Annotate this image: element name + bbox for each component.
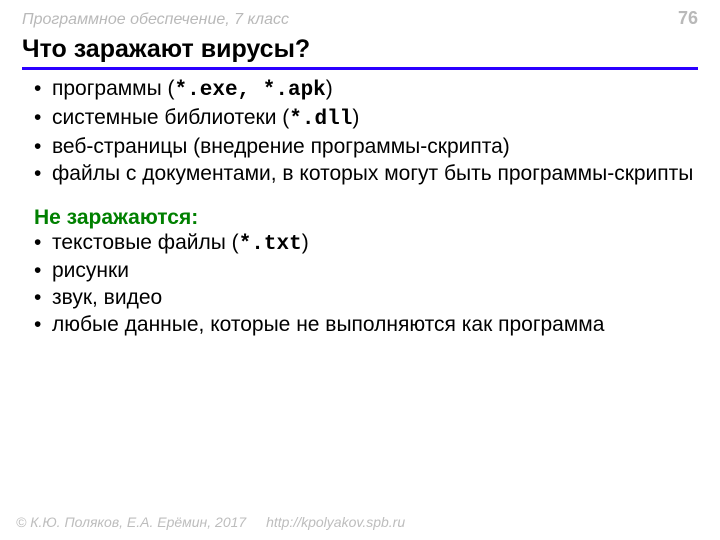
footer-copyright: © К.Ю. Поляков, Е.А. Ерёмин, 2017	[16, 514, 246, 530]
item-text: )	[326, 77, 333, 100]
footer-url: http://kpolyakov.spb.ru	[266, 514, 405, 530]
item-code: *.txt	[239, 233, 302, 256]
list-item: веб-страницы (внедрение программы-скрипт…	[34, 134, 698, 161]
not-infected-list: текстовые файлы (*.txt) рисунки звук, ви…	[34, 230, 698, 340]
item-code: *.dll	[289, 108, 352, 131]
list-item: звук, видео	[34, 285, 698, 312]
course-label: Программное обеспечение, 7 класс	[22, 11, 289, 29]
list-item: текстовые файлы (*.txt)	[34, 230, 698, 259]
slide-title: Что заражают вирусы?	[22, 35, 698, 70]
item-code: *.exe, *.apk	[175, 79, 326, 102]
item-text: системные библиотеки (	[52, 106, 289, 129]
item-text: текстовые файлы (	[52, 231, 239, 254]
item-text: звук, видео	[52, 286, 162, 309]
footer: © К.Ю. Поляков, Е.А. Ерёмин, 2017 http:/…	[16, 514, 405, 530]
item-text: рисунки	[52, 259, 129, 282]
not-infected-label: Не заражаются:	[34, 206, 698, 230]
item-text: веб-страницы (внедрение программы-скрипт…	[52, 135, 510, 158]
item-text: файлы с документами, в которых могут быт…	[52, 162, 693, 185]
list-item: рисунки	[34, 258, 698, 285]
item-text: программы (	[52, 77, 175, 100]
header-row: Программное обеспечение, 7 класс 76	[22, 8, 698, 29]
slide-body: программы (*.exe, *.apk) системные библи…	[22, 76, 698, 339]
infected-list: программы (*.exe, *.apk) системные библи…	[34, 76, 698, 188]
slide: Программное обеспечение, 7 класс 76 Что …	[0, 0, 720, 540]
page-number: 76	[678, 8, 698, 29]
item-text: )	[302, 231, 309, 254]
list-item: файлы с документами, в которых могут быт…	[34, 161, 698, 188]
item-text: )	[352, 106, 359, 129]
item-text: любые данные, которые не выполняются как…	[52, 313, 604, 336]
list-item: системные библиотеки (*.dll)	[34, 105, 698, 134]
list-item: любые данные, которые не выполняются как…	[34, 312, 698, 339]
list-item: программы (*.exe, *.apk)	[34, 76, 698, 105]
